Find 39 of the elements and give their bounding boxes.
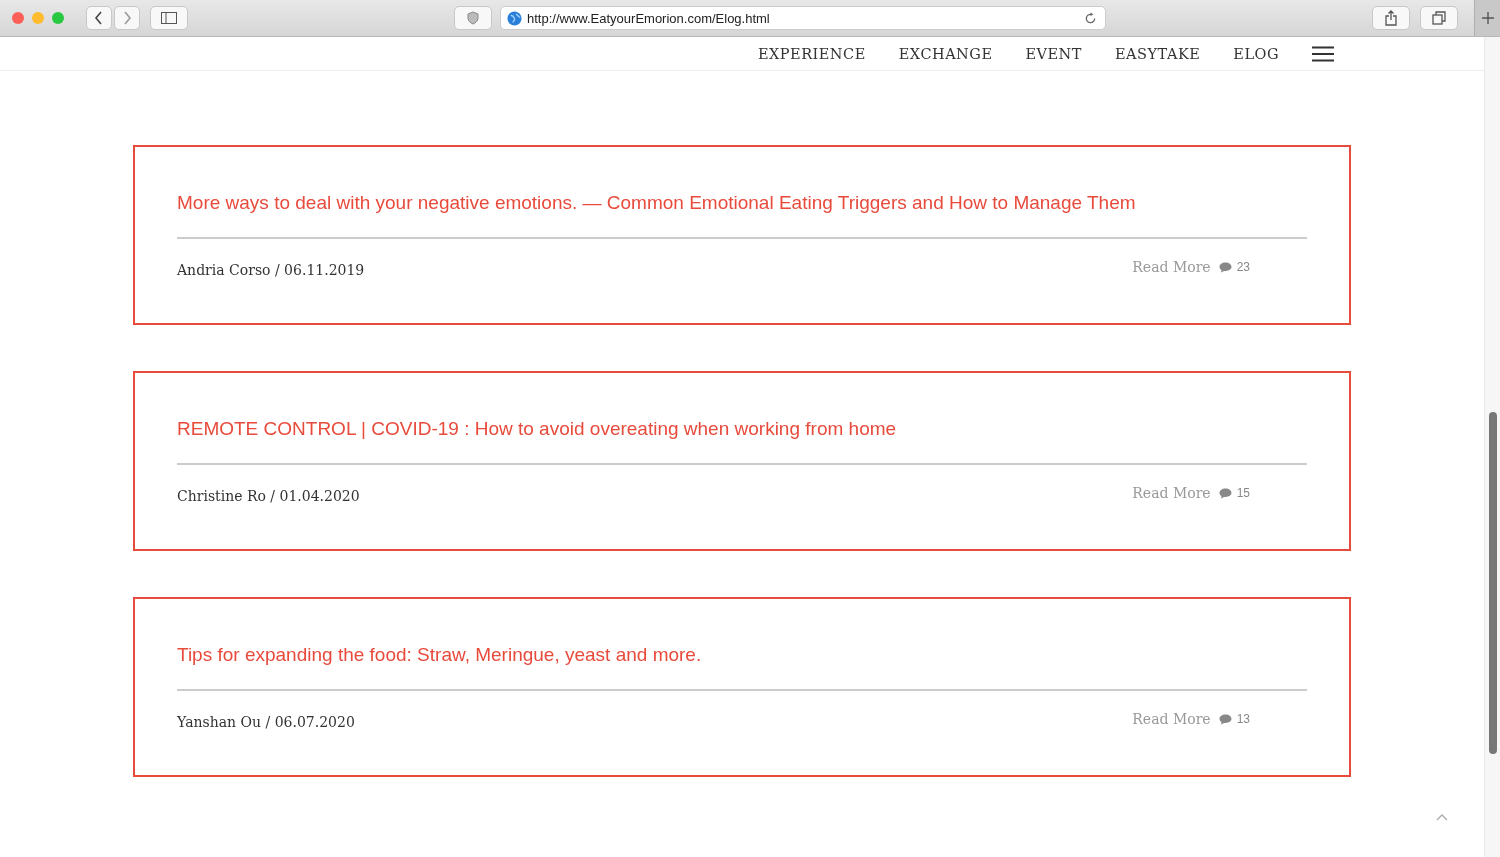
post-byline: Christine Ro / 01.04.2020 — [177, 488, 360, 504]
comment-count: 13 — [1236, 712, 1250, 726]
post-byline: Andria Corso / 06.11.2019 — [177, 262, 365, 278]
comment-count: 15 — [1236, 486, 1250, 500]
scrollbar-thumb[interactable] — [1489, 412, 1497, 754]
shield-icon — [467, 11, 479, 25]
tabs-overview-button[interactable] — [1420, 6, 1458, 30]
globe-icon — [507, 10, 522, 26]
tabs-icon — [1432, 11, 1446, 25]
nav-link[interactable]: EXPERIENCE — [757, 45, 866, 62]
post-byline: Yanshan Ou / 06.07.2020 — [177, 714, 355, 730]
comment-icon — [1218, 261, 1232, 273]
new-tab-button[interactable] — [1474, 0, 1500, 36]
chevron-right-icon — [122, 11, 132, 25]
nav-link[interactable]: EXCHANGE — [898, 45, 993, 62]
comment-count: 23 — [1236, 260, 1250, 274]
address-bar[interactable]: http://www.EatyourEmorion.com/Elog.html — [500, 6, 1106, 30]
comment-icon — [1218, 713, 1232, 725]
share-icon — [1385, 10, 1397, 26]
plus-icon — [1481, 12, 1494, 24]
post-title-link[interactable]: More ways to deal with your negative emotions. — Common Emotional Eating Triggers and How to Manage Them — [177, 191, 1307, 239]
close-window-icon[interactable] — [12, 12, 24, 24]
comment-icon — [1218, 487, 1232, 499]
chevron-left-icon — [94, 11, 104, 25]
sidebar-icon — [161, 12, 177, 24]
privacy-shield-button[interactable] — [454, 6, 492, 30]
back-button[interactable] — [86, 6, 112, 30]
nav-link[interactable]: ELOG — [1233, 45, 1279, 62]
zoom-window-icon[interactable] — [52, 12, 64, 24]
nav-link[interactable]: EVENT — [1025, 45, 1082, 62]
scroll-to-top-icon[interactable] — [1436, 814, 1448, 821]
post-title-link[interactable]: Tips for expanding the food: Straw, Meringue, yeast and more. — [177, 643, 1307, 691]
reload-icon[interactable] — [1084, 11, 1097, 25]
url-text: http://www.EatyourEmorion.com/Elog.html — [527, 10, 771, 26]
sidebar-button[interactable] — [150, 6, 188, 30]
share-button[interactable] — [1372, 6, 1410, 30]
menu-icon[interactable] — [1312, 45, 1334, 62]
nav-link[interactable]: EASYTAKE — [1114, 45, 1201, 62]
post-title-link[interactable]: REMOTE CONTROL | COVID-19 : How to avoid overeating when working from home — [177, 417, 1307, 465]
